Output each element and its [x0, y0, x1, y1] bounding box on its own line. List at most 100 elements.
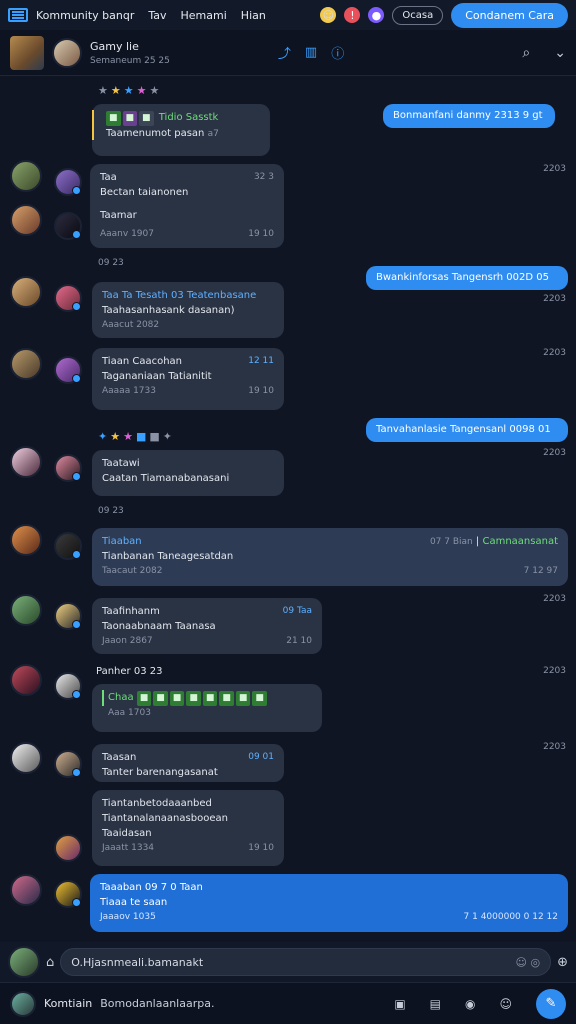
- nav-item-3[interactable]: Hian: [241, 9, 266, 22]
- outgoing-message[interactable]: Tanvahanlasie Tangensanl 0098 01: [366, 418, 568, 442]
- message-footer: Taacaut 2082: [102, 566, 163, 576]
- message-time: 2203: [543, 448, 566, 458]
- chat-name: Gamy lie: [90, 39, 139, 53]
- outgoing-message[interactable]: Bonmanfani danmy 2313 9 gt: [383, 104, 555, 128]
- message-bubble[interactable]: Taatawi Caatan Tiamanabanasani: [92, 450, 284, 496]
- sender-avatar[interactable]: [10, 594, 42, 626]
- message-input-placeholder: O.Hjasnmeali.bamanakt: [71, 955, 204, 969]
- sender-avatar[interactable]: [10, 874, 42, 906]
- message-title: Taatawi: [102, 458, 140, 469]
- message-title: Tiaan Caacohan: [102, 356, 183, 367]
- message-bubble[interactable]: Taafinhanm 09 Taa Taonaabnaam Taanasa Ja…: [92, 598, 322, 654]
- sender-avatar[interactable]: [10, 664, 42, 696]
- info-icon[interactable]: ⓘ: [331, 43, 344, 62]
- message-tag: Camnaansanat: [482, 536, 558, 547]
- message-list[interactable]: ★★★★★ ■ ■ ■ Tidio Sasstk Taamenumot pasan …: [0, 76, 576, 942]
- user-avatar[interactable]: [10, 990, 36, 1017]
- message-meta: 7 1 4000000 0 12 12: [463, 912, 558, 922]
- message-status: 32 3: [253, 172, 274, 182]
- home-icon[interactable]: ⌂: [46, 955, 54, 970]
- filter-pill[interactable]: Ocasa: [392, 5, 444, 25]
- message-meta: a7: [207, 129, 219, 139]
- avatar[interactable]: [52, 37, 82, 68]
- status-emoji-icon[interactable]: ●: [368, 7, 385, 23]
- alert-emoji-icon[interactable]: !: [344, 7, 361, 23]
- link-icon[interactable]: ⤴: [278, 43, 291, 62]
- sender-avatar[interactable]: [10, 160, 42, 192]
- sender-avatar[interactable]: [10, 348, 42, 380]
- emoji-icon[interactable]: ☺ ◎: [516, 956, 541, 969]
- chat-subtitle: Semaneum 25 25: [90, 55, 170, 66]
- message-time: 2203: [543, 164, 566, 174]
- message-bubble[interactable]: Taaaban 09 7 0 Taan Tiaaa te saan Jaaaov…: [90, 874, 568, 932]
- emoji-icon[interactable]: ☺: [320, 7, 337, 23]
- message-status: 09 01: [248, 752, 274, 762]
- message-meta: 19 10: [248, 386, 274, 396]
- message-bubble[interactable]: Taa 32 3 Bectan taianonen Taamar Aaanv 1…: [90, 164, 284, 248]
- bottom-bar: Komtiain Bomodanlaanlaarpa. ▣ ▤ ◉ ☺ ✎: [0, 982, 576, 1024]
- sender-avatar[interactable]: [10, 446, 42, 478]
- message-time: 2203: [543, 294, 566, 304]
- message-text: Taamar: [100, 210, 137, 221]
- message-bubble[interactable]: Taasan 09 01 Tanter barenangasanat: [92, 744, 284, 782]
- sender-avatar[interactable]: [10, 524, 42, 556]
- doc-icon[interactable]: ▤: [430, 997, 441, 1011]
- message-text: Caatan Tiamanabanasani: [102, 473, 230, 484]
- message-input[interactable]: O.Hjasnmeali.bamanakt ☺ ◎: [60, 948, 552, 976]
- attach-icon[interactable]: ⊕: [557, 955, 568, 970]
- message-text: Tanter barenangasanat: [102, 767, 218, 778]
- group-image[interactable]: [10, 35, 44, 70]
- smile-icon[interactable]: ☺: [499, 997, 512, 1011]
- message-text: Taaidasan: [102, 828, 152, 839]
- message-text: Tatianitit: [168, 371, 212, 382]
- sender-avatar[interactable]: [10, 276, 42, 308]
- message-time: 2203: [543, 348, 566, 358]
- app-title: Kommunity banqr: [36, 8, 135, 22]
- menu-icon[interactable]: [8, 8, 28, 22]
- message-title: Taa: [100, 172, 117, 183]
- message-title: Taaaban 09 7 0 Taan: [100, 882, 203, 893]
- message-bubble[interactable]: ■ ■ ■ Tidio Sasstk Taamenumot pasan a7: [92, 104, 270, 156]
- verified-icon: [72, 472, 81, 481]
- compass-icon[interactable]: ◉: [465, 997, 475, 1011]
- chevron-down-icon[interactable]: ⌄: [554, 45, 566, 61]
- message-text: Bonmanfani danmy 2313 9 gt: [393, 110, 543, 121]
- message-text: Taahasanhasank dasanan): [102, 305, 235, 316]
- message-text: Taanasa: [175, 621, 216, 632]
- verified-icon: [72, 768, 81, 777]
- user-avatar[interactable]: [8, 946, 40, 978]
- message-bubble[interactable]: Chaa ■ ■ ■ ■ ■ ■ ■ ■ Aaa 1703: [92, 684, 322, 732]
- message-title: Tiaaban: [102, 536, 142, 547]
- cta-button[interactable]: Condanem Cara: [451, 2, 568, 28]
- message-meta: 21 10: [286, 636, 312, 646]
- outgoing-message[interactable]: Bwankinforsas Tangensrh 002D 05: [366, 266, 568, 290]
- message-text: Bwankinforsas Tangensrh 002D 05: [376, 272, 549, 283]
- sender-avatar[interactable]: [10, 204, 42, 236]
- verified-icon: [72, 186, 81, 195]
- message-meta: 19 10: [248, 843, 274, 853]
- message-bubble[interactable]: Taa Ta Tesath 03 Teatenbasane Taahasanha…: [92, 282, 284, 338]
- message-text: Tiantanbetodaaanbed: [102, 798, 212, 809]
- message-bubble[interactable]: Tiaan Caacohan 12 11 Tagananiaan Tatiani…: [92, 348, 284, 410]
- message-bubble[interactable]: Tiantanbetodaaanbed Tiantanalanaanasbooe…: [92, 790, 284, 866]
- message-footer: Aaanv 1907: [100, 229, 154, 239]
- message-time: 2203: [543, 742, 566, 752]
- message-footer: Aaa 1703: [108, 708, 151, 718]
- nav-item-2[interactable]: Hemami: [181, 9, 227, 22]
- message-bubble[interactable]: Tiaaban 07 7 Bian | Camnaansanat Tianban…: [92, 528, 568, 586]
- sender-label: Panher 03 23: [96, 666, 163, 677]
- compose-button[interactable]: ✎: [536, 988, 566, 1019]
- nav-item-1[interactable]: Tav: [148, 9, 166, 22]
- columns-icon[interactable]: ▥: [305, 45, 317, 60]
- sender-avatar[interactable]: [54, 834, 82, 862]
- message-status: 07 7 Bian: [429, 537, 473, 547]
- layout-icon[interactable]: ▣: [394, 997, 405, 1011]
- composer: ⌂ O.Hjasnmeali.bamanakt ☺ ◎ ⊕: [0, 942, 576, 982]
- search-icon[interactable]: ⌕: [522, 45, 530, 61]
- message-title: Taasan: [102, 752, 137, 763]
- chat-header: Gamy lie Semaneum 25 25 ⤴ ▥ ⓘ ⌕ ⌄: [0, 30, 576, 76]
- message-title: Taafinhanm: [102, 606, 160, 617]
- reaction-stars: ✦★★■■✦: [98, 430, 175, 443]
- message-footer: Jaaaov 1035: [100, 912, 156, 922]
- sender-avatar[interactable]: [10, 742, 42, 774]
